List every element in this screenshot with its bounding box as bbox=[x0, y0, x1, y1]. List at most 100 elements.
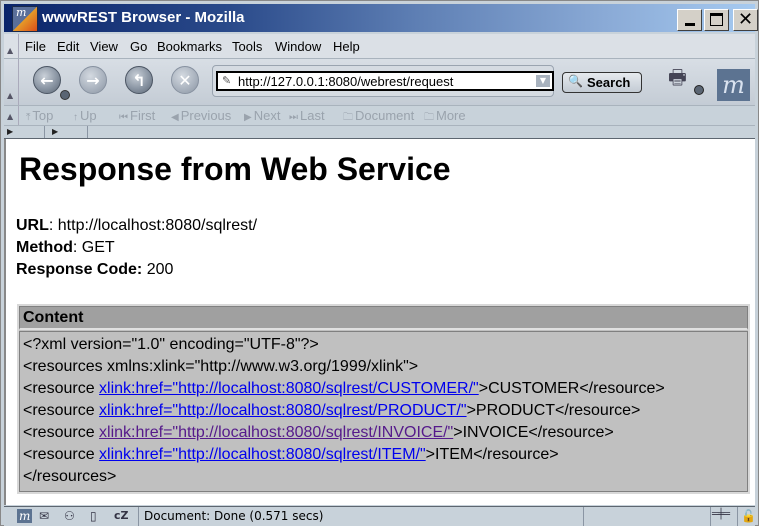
online-status-icon[interactable]: ═╪═ bbox=[712, 509, 730, 520]
menu-view[interactable]: View bbox=[90, 39, 118, 54]
url-input[interactable]: ✎ http://127.0.0.1:8080/webrest/request … bbox=[216, 71, 554, 91]
site-nav-next[interactable]: ▶ Next bbox=[244, 108, 280, 123]
navigator-icon[interactable]: m bbox=[17, 509, 33, 523]
window-title: wwwREST Browser - Mozilla bbox=[42, 9, 245, 26]
request-method: Method: GET bbox=[16, 239, 115, 257]
search-button[interactable]: 🔍 Search bbox=[562, 72, 642, 93]
status-divider bbox=[138, 507, 139, 526]
first-icon: ⏮ bbox=[119, 112, 128, 123]
status-text: Document: Done (0.571 secs) bbox=[144, 509, 324, 523]
url-label: URL bbox=[16, 217, 49, 234]
xml-root-close: </resources> bbox=[23, 468, 117, 485]
xml-resource-line: <resource xlink:href="http://localhost:8… bbox=[23, 424, 614, 441]
url-value: : http://localhost:8080/sqlrest/ bbox=[48, 217, 258, 234]
forward-button[interactable]: → bbox=[79, 66, 107, 94]
search-label: Search bbox=[587, 75, 631, 90]
menu-go[interactable]: Go bbox=[130, 39, 147, 54]
mozilla-app-icon[interactable]: m bbox=[12, 6, 38, 32]
mail-icon[interactable]: ✉ bbox=[39, 509, 49, 523]
last-icon: ⏭ bbox=[289, 112, 298, 123]
folder-icon: 🗀 bbox=[343, 112, 353, 123]
method-value: : GET bbox=[72, 239, 115, 256]
close-icon: ✕ bbox=[737, 9, 754, 30]
expand-toolbar-1[interactable]: ▶ bbox=[4, 126, 45, 138]
menu-bookmarks[interactable]: Bookmarks bbox=[157, 39, 222, 54]
site-nav-top[interactable]: ⤒ Top bbox=[26, 108, 53, 123]
menu-bar: ▲ File Edit View Go Bookmarks Tools Wind… bbox=[4, 34, 755, 59]
back-arrow-icon: ← bbox=[40, 71, 54, 90]
status-divider bbox=[710, 507, 711, 526]
print-icon[interactable]: 🖶 bbox=[668, 63, 696, 89]
site-nav-up[interactable]: ↑ Up bbox=[73, 108, 97, 123]
resource-link-product[interactable]: xlink:href="http://localhost:8080/sqlres… bbox=[99, 402, 467, 419]
security-lock-icon[interactable]: 🔓 bbox=[741, 509, 756, 523]
response-code: Response Code: 200 bbox=[16, 261, 173, 279]
resource-link-customer[interactable]: xlink:href="http://localhost:8080/sqlres… bbox=[99, 380, 479, 397]
page-proxy-icon: ✎ bbox=[222, 74, 232, 87]
top-icon: ⤒ bbox=[26, 112, 31, 123]
menubar-grip[interactable]: ▲ bbox=[7, 34, 19, 58]
site-nav-last[interactable]: ⏭ Last bbox=[289, 108, 325, 123]
composer-icon[interactable]: ⚇ bbox=[64, 509, 75, 523]
url-history-dropdown-icon[interactable]: ▼ bbox=[536, 75, 550, 87]
print-dropdown[interactable] bbox=[694, 85, 704, 95]
previous-icon: ◀ bbox=[171, 112, 179, 123]
navbar-grip[interactable]: ▲ bbox=[7, 59, 19, 105]
magnifier-icon: 🔍 bbox=[568, 74, 583, 88]
site-nav-more[interactable]: 🗀 More bbox=[424, 108, 466, 127]
reload-button[interactable]: ↰ bbox=[125, 66, 153, 94]
url-text[interactable]: http://127.0.0.1:8080/webrest/request bbox=[238, 74, 453, 89]
site-nav-previous[interactable]: ◀ Previous bbox=[171, 108, 231, 123]
minimize-icon bbox=[685, 23, 695, 26]
site-navigation-bar: ▲ ⤒ Top ↑ Up ⏮ First ◀ Previous ▶ Next ⏭ Last … bbox=[4, 106, 755, 126]
code-value: 200 bbox=[142, 261, 174, 278]
minimize-button[interactable] bbox=[677, 9, 702, 31]
site-nav-first[interactable]: ⏮ First bbox=[119, 108, 155, 123]
maximize-button[interactable] bbox=[704, 9, 729, 31]
back-button[interactable]: ← bbox=[33, 66, 61, 94]
navigation-toolbar: ▲ ← → ↰ ✕ ✎ http://127.0.0.1:8080/webres… bbox=[4, 59, 755, 106]
next-icon: ▶ bbox=[244, 112, 252, 123]
stop-icon: ✕ bbox=[178, 71, 192, 90]
menu-help[interactable]: Help bbox=[333, 39, 360, 54]
mozilla-throbber-icon[interactable]: m bbox=[717, 69, 750, 101]
code-label: Response Code: bbox=[16, 261, 143, 278]
xml-declaration: <?xml version="1.0" encoding="UTF-8"?> bbox=[23, 336, 319, 353]
collapsed-toolbars: ▶ ▶ bbox=[4, 126, 755, 139]
up-icon: ↑ bbox=[73, 112, 78, 123]
xml-resource-line: <resource xlink:href="http://localhost:8… bbox=[23, 446, 559, 463]
status-divider bbox=[737, 507, 738, 526]
address-book-icon[interactable]: ▯ bbox=[90, 509, 97, 523]
menu-edit[interactable]: Edit bbox=[57, 39, 79, 54]
forward-arrow-icon: → bbox=[86, 71, 100, 90]
browser-window: m wwwREST Browser - Mozilla ✕ ▲ File Edi… bbox=[0, 0, 759, 526]
xml-resource-line: <resource xlink:href="http://localhost:8… bbox=[23, 402, 641, 419]
stop-button[interactable]: ✕ bbox=[171, 66, 199, 94]
chatzilla-icon[interactable]: cZ bbox=[114, 509, 129, 522]
page-content: Response from Web Service URL: http://lo… bbox=[4, 139, 755, 505]
xml-root-open: <resources xmlns:xlink="http://www.w3.or… bbox=[23, 358, 419, 375]
method-label: Method bbox=[16, 239, 73, 256]
menu-file[interactable]: File bbox=[25, 39, 46, 54]
folder-icon: 🗀 bbox=[424, 112, 434, 123]
request-url: URL: http://localhost:8080/sqlrest/ bbox=[16, 217, 257, 235]
content-table: Content <?xml version="1.0" encoding="UT… bbox=[17, 304, 750, 494]
resource-link-invoice[interactable]: xlink:href="http://localhost:8080/sqlres… bbox=[99, 424, 453, 441]
xml-resource-line: <resource xlink:href="http://localhost:8… bbox=[23, 380, 665, 397]
reload-icon: ↰ bbox=[132, 71, 146, 90]
sitebar-grip[interactable]: ▲ bbox=[7, 106, 19, 125]
menu-window[interactable]: Window bbox=[275, 39, 321, 54]
content-header: Content bbox=[19, 306, 748, 330]
status-bar: m ✉ ⚇ ▯ cZ Document: Done (0.571 secs) ═… bbox=[4, 506, 756, 526]
page-title: Response from Web Service bbox=[19, 151, 451, 187]
close-button[interactable]: ✕ bbox=[733, 9, 758, 31]
expand-toolbar-2[interactable]: ▶ bbox=[49, 126, 88, 138]
status-divider bbox=[583, 507, 584, 526]
title-bar: m wwwREST Browser - Mozilla ✕ bbox=[4, 4, 758, 32]
menu-tools[interactable]: Tools bbox=[232, 39, 262, 54]
back-history-dropdown[interactable] bbox=[60, 90, 70, 100]
content-body: <?xml version="1.0" encoding="UTF-8"?> <… bbox=[19, 331, 748, 492]
resource-link-item[interactable]: xlink:href="http://localhost:8080/sqlres… bbox=[99, 446, 426, 463]
maximize-icon bbox=[710, 13, 723, 26]
site-nav-document[interactable]: 🗀 Document bbox=[343, 108, 414, 127]
